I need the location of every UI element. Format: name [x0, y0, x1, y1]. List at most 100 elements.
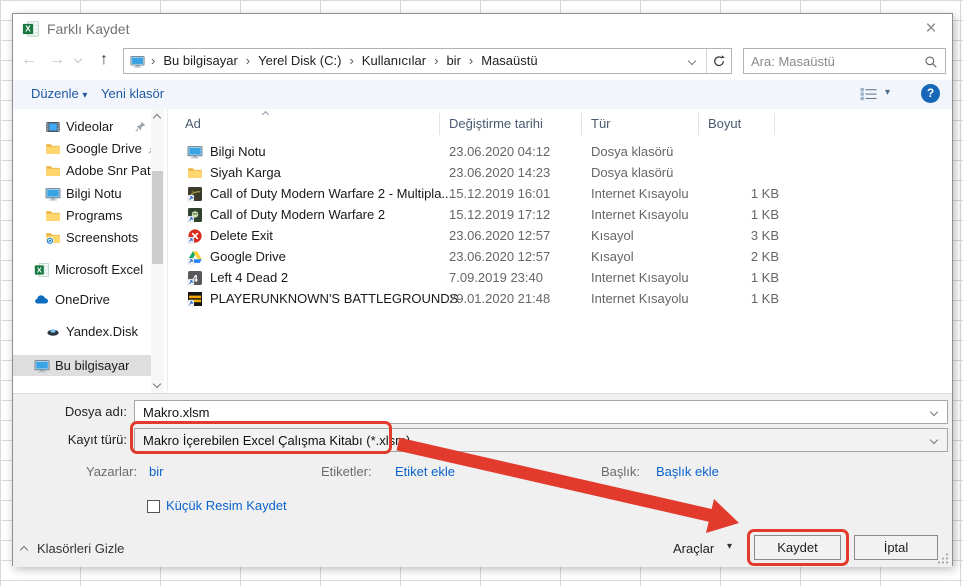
file-date: 23.06.2020 14:23	[449, 165, 550, 180]
authors-value[interactable]: bir	[149, 464, 163, 479]
back-button[interactable]: ←	[18, 51, 40, 69]
breadcrumb-separator-icon: ›	[463, 53, 479, 68]
sidebar-item-onedrive[interactable]: OneDrive	[13, 289, 151, 310]
file-name-dropdown-icon[interactable]	[930, 408, 938, 416]
help-button[interactable]: ?	[921, 84, 940, 103]
file-row[interactable]: Delete Exit23.06.2020 12:57Kısayol3 KB	[169, 226, 948, 247]
scroll-up-icon[interactable]	[153, 114, 161, 122]
file-name: Call of Duty Modern Warfare 2	[210, 207, 385, 222]
sidebar-item-label: Bilgi Notu	[66, 186, 122, 201]
videos-icon	[45, 119, 61, 135]
sidebar-item-yandex-disk[interactable]: Yandex.Disk	[13, 321, 151, 342]
gdrive-icon	[187, 249, 203, 265]
file-row[interactable]: 4Left 4 Dead 27.09.2019 23:40Internet Kı…	[169, 268, 948, 289]
breadcrumb-item[interactable]: Bu bilgisayar	[161, 53, 239, 68]
onedrive-icon	[34, 292, 50, 308]
tools-caret-icon[interactable]: ▾	[727, 541, 732, 552]
sidebar-item-label: Adobe Snr Patch	[66, 163, 151, 178]
sidebar-item-screenshots[interactable]: Screenshots	[13, 227, 151, 248]
file-name: Call of Duty Modern Warfare 2 - Multipla…	[210, 186, 452, 201]
dialog-title: Farklı Kaydet	[47, 21, 129, 37]
file-date: 7.09.2019 23:40	[449, 270, 543, 285]
file-row[interactable]: Call of Duty Modern Warfare 215.12.2019 …	[169, 205, 948, 226]
add-tag-link[interactable]: Etiket ekle	[395, 464, 455, 479]
file-row[interactable]: Bilgi Notu23.06.2020 04:12Dosya klasörü	[169, 142, 948, 163]
address-bar[interactable]: ›Bu bilgisayar›Yerel Disk (C:)›Kullanıcı…	[123, 48, 732, 74]
main-area: Videolar Google Drive Adobe Snr Patch Bilgi…	[13, 109, 952, 393]
file-name: Siyah Karga	[210, 165, 281, 180]
scroll-down-icon[interactable]	[153, 380, 161, 388]
column-header-name[interactable]: Ad	[185, 109, 201, 138]
file-size: 1 KB	[703, 186, 779, 201]
sidebar-item-adobe-snr-patch[interactable]: Adobe Snr Patch	[13, 160, 151, 181]
sidebar-item-videolar[interactable]: Videolar	[13, 116, 151, 137]
forward-button[interactable]: →	[46, 51, 68, 69]
pubg-icon	[187, 291, 203, 307]
refresh-button[interactable]	[706, 49, 731, 73]
search-input[interactable]	[751, 52, 916, 70]
sidebar-item-bu-bilgisayar[interactable]: Bu bilgisayar	[13, 355, 151, 376]
file-name: Left 4 Dead 2	[210, 270, 288, 285]
search-icon	[924, 55, 938, 69]
file-name: PLAYERUNKNOWN'S BATTLEGROUNDS	[210, 291, 458, 306]
file-row[interactable]: PLAYERUNKNOWN'S BATTLEGROUNDS29.01.2020 …	[169, 289, 948, 310]
file-date: 15.12.2019 16:01	[449, 186, 550, 201]
file-name: Bilgi Notu	[210, 144, 266, 159]
organize-menu[interactable]: Düzenle ▾	[31, 86, 87, 101]
save-type-dropdown-icon[interactable]	[930, 436, 938, 444]
l4d2-icon: 4	[187, 270, 203, 286]
cancel-button[interactable]: İptal	[854, 535, 938, 560]
sidebar-scrollbar[interactable]	[151, 109, 164, 393]
folder-icon	[187, 165, 203, 181]
hide-folders-button[interactable]: Klasörleri Gizle	[37, 541, 124, 556]
titlebar: X Farklı Kaydet ×	[13, 14, 952, 44]
view-mode-caret-icon[interactable]: ▾	[885, 87, 890, 98]
breadcrumb-separator-icon: ›	[343, 53, 359, 68]
breadcrumb-item[interactable]: Masaüstü	[479, 53, 539, 68]
folder-icon	[45, 141, 61, 157]
file-type: Internet Kısayolu	[591, 186, 689, 201]
history-caret-icon[interactable]	[74, 55, 82, 63]
add-title-link[interactable]: Başlık ekle	[656, 464, 719, 479]
save-thumbnail-label[interactable]: Küçük Resim Kaydet	[166, 498, 287, 513]
save-type-combobox[interactable]: Makro İçerebilen Excel Çalışma Kitabı (*…	[134, 428, 948, 452]
sidebar-item-google-drive[interactable]: Google Drive	[13, 138, 151, 159]
search-box	[743, 48, 946, 74]
form-panel: Dosya adı: Kayıt türü: Makro İçerebilen …	[13, 393, 952, 567]
save-thumbnail-checkbox[interactable]	[147, 500, 160, 513]
excel-app-icon: X	[22, 20, 40, 38]
sidebar-item-programs[interactable]: Programs	[13, 205, 151, 226]
close-button[interactable]: ×	[918, 17, 944, 41]
column-header-type[interactable]: Tür	[591, 109, 611, 138]
breadcrumb-item[interactable]: Yerel Disk (C:)	[256, 53, 343, 68]
folder-icon	[45, 163, 61, 179]
pin-icon	[135, 121, 146, 132]
file-row[interactable]: Google Drive23.06.2020 12:57Kısayol2 KB	[169, 247, 948, 268]
address-dropdown-icon[interactable]	[688, 57, 696, 65]
breadcrumb-item[interactable]: Kullanıcılar	[360, 53, 428, 68]
resize-grip[interactable]	[937, 552, 949, 564]
file-date: 23.06.2020 04:12	[449, 144, 550, 159]
tools-menu[interactable]: Araçlar	[673, 541, 714, 556]
column-header-date[interactable]: Değiştirme tarihi	[449, 109, 543, 138]
new-folder-button[interactable]: Yeni klasör	[101, 86, 164, 101]
scrollbar-thumb[interactable]	[152, 171, 163, 264]
svg-text:X: X	[37, 265, 42, 274]
column-header-size[interactable]: Boyut	[708, 109, 741, 138]
sidebar-item-label: Google Drive	[66, 141, 142, 156]
file-name-input[interactable]	[143, 404, 913, 421]
sidebar-item-microsoft-excel[interactable]: XMicrosoft Excel	[13, 259, 151, 280]
sidebar-item-label: Bu bilgisayar	[55, 358, 129, 373]
view-mode-button[interactable]	[859, 86, 879, 102]
breadcrumb-separator-icon: ›	[428, 53, 444, 68]
file-row[interactable]: Siyah Karga23.06.2020 14:23Dosya klasörü	[169, 163, 948, 184]
computer-icon	[45, 186, 61, 202]
file-name-combobox[interactable]	[134, 400, 948, 424]
sidebar-item-bilgi-notu[interactable]: Bilgi Notu	[13, 183, 151, 204]
breadcrumb-item[interactable]: bir	[444, 53, 462, 68]
up-button[interactable]: ↑	[93, 51, 115, 69]
save-button[interactable]: Kaydet	[754, 535, 841, 560]
file-row[interactable]: Call of Duty Modern Warfare 2 - Multipla…	[169, 184, 948, 205]
sidebar-item-label: Programs	[66, 208, 122, 223]
refresh-icon	[712, 54, 726, 68]
